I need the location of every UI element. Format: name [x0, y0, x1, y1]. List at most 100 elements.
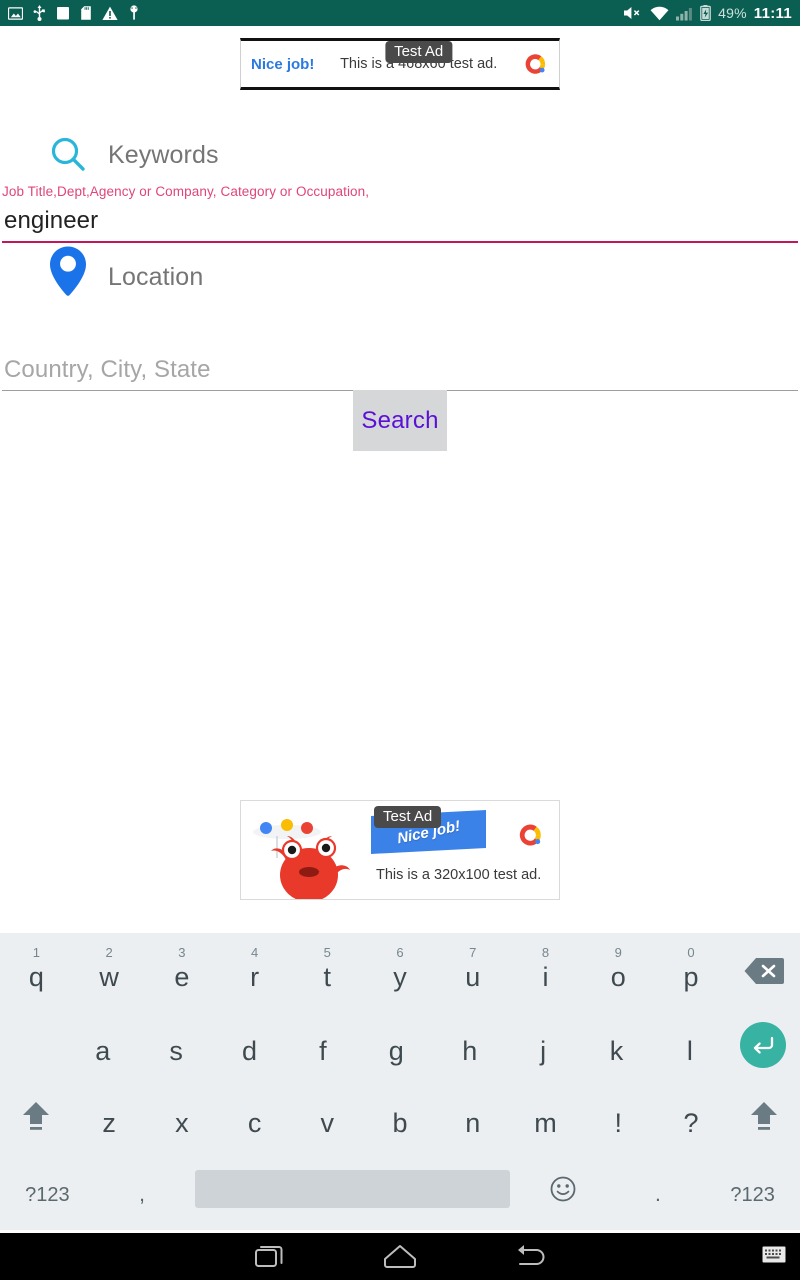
key-c[interactable]: c	[218, 1081, 291, 1153]
keywords-input[interactable]: engineer	[2, 203, 798, 241]
key-u[interactable]: 7u	[436, 933, 509, 1009]
volume-mute-icon	[624, 7, 640, 19]
status-bar-clock: 11:11	[753, 4, 792, 22]
key-r-num: 4	[250, 945, 259, 960]
key-q-num: 1	[32, 945, 40, 960]
key-v[interactable]: v	[291, 1081, 364, 1153]
keyboard-row-2: a s d f g h j k l	[0, 1009, 800, 1081]
location-input-row[interactable]: Country, City, State	[0, 352, 800, 391]
key-g-label: g	[388, 1035, 404, 1066]
key-e[interactable]: 3e	[145, 933, 218, 1009]
key-symbols-left[interactable]: ?123	[0, 1153, 95, 1225]
key-a[interactable]: a	[66, 1009, 139, 1081]
key-e-num: 3	[178, 945, 186, 960]
enter-key-circle	[740, 1022, 787, 1068]
key-l-label: l	[686, 1035, 693, 1066]
key-q[interactable]: 1q	[0, 933, 73, 1009]
navigation-bar	[0, 1233, 800, 1280]
key-symbols-right[interactable]: ?123	[705, 1153, 800, 1225]
top-banner-ad[interactable]: Nice job! This is a 468x60 test ad. Test…	[240, 38, 560, 90]
key-i-num: 8	[541, 945, 550, 960]
key-f[interactable]: f	[286, 1009, 359, 1081]
monster-illustration	[247, 803, 367, 899]
key-a-label: a	[95, 1035, 111, 1066]
key-y-label: y	[393, 961, 407, 992]
status-bar-right: 49% 11:11	[623, 5, 792, 22]
key-s[interactable]: s	[139, 1009, 212, 1081]
key-j[interactable]: j	[506, 1009, 579, 1081]
key-g[interactable]: g	[360, 1009, 433, 1081]
battery-percent: 49%	[718, 5, 747, 21]
location-input[interactable]: Country, City, State	[2, 352, 798, 390]
key-e-label: e	[174, 961, 190, 992]
key-symbols-right-label: ?123	[730, 1183, 775, 1206]
key-comma-label: ,	[139, 1183, 145, 1206]
key-enter[interactable]	[727, 1009, 800, 1081]
key-m[interactable]: m	[509, 1081, 582, 1153]
usb-icon	[33, 5, 45, 21]
key-h[interactable]: h	[433, 1009, 506, 1081]
key-i[interactable]: 8i	[509, 933, 582, 1009]
key-shift-right[interactable]	[727, 1081, 800, 1153]
key-o[interactable]: 9o	[582, 933, 655, 1009]
recents-icon	[255, 1245, 283, 1267]
location-label: Location	[108, 262, 204, 291]
key-p-label: p	[683, 961, 699, 992]
backspace-icon	[744, 958, 784, 984]
key-u-label: u	[465, 961, 481, 992]
key-w[interactable]: 2w	[73, 933, 146, 1009]
key-emoji[interactable]	[516, 1153, 611, 1225]
keyboard-row-1: 1q 2w 3e 4r 5t 6y 7u 8i 9o 0p	[0, 933, 800, 1009]
key-b[interactable]: b	[364, 1081, 437, 1153]
home-icon	[384, 1244, 416, 1268]
key-question-label: ?	[683, 1107, 699, 1138]
top-ad-test-chip: Test Ad	[385, 41, 453, 64]
key-y[interactable]: 6y	[364, 933, 437, 1009]
keyboard-row-4: ?123 , . ?123	[0, 1153, 800, 1225]
key-question[interactable]: ?	[655, 1081, 728, 1153]
admob-logo-icon	[519, 824, 541, 846]
key-x[interactable]: x	[145, 1081, 218, 1153]
row2-left-gap	[0, 1009, 66, 1081]
key-r-label: r	[250, 961, 260, 992]
key-w-num: 2	[105, 945, 113, 960]
key-w-label: w	[99, 961, 119, 992]
key-d[interactable]: d	[213, 1009, 286, 1081]
key-backspace[interactable]	[727, 933, 800, 1009]
key-t[interactable]: 5t	[291, 933, 364, 1009]
key-h-label: h	[462, 1035, 478, 1066]
search-icon	[44, 131, 92, 179]
key-y-num: 6	[396, 945, 404, 960]
nav-home-button[interactable]	[335, 1243, 465, 1271]
key-u-num: 7	[469, 945, 477, 960]
key-k[interactable]: k	[580, 1009, 653, 1081]
signal-icon	[676, 7, 693, 20]
key-o-label: o	[610, 961, 626, 992]
key-p[interactable]: 0p	[655, 933, 728, 1009]
bottom-banner-ad[interactable]: Nice job! Test Ad This is a 320x100 test…	[240, 800, 560, 900]
spacebar-surface	[195, 1170, 510, 1208]
shift-icon	[23, 1102, 50, 1130]
keywords-input-row[interactable]: engineer	[0, 203, 800, 243]
location-field-block: Location Country, City, State	[0, 246, 800, 391]
key-n[interactable]: n	[436, 1081, 509, 1153]
soft-keyboard: 1q 2w 3e 4r 5t 6y 7u 8i 9o 0p a s d f g	[0, 933, 800, 1230]
key-period[interactable]: .	[611, 1153, 706, 1225]
key-comma[interactable]: ,	[95, 1153, 190, 1225]
nav-recents-button[interactable]	[205, 1242, 335, 1272]
key-shift-left[interactable]	[0, 1081, 73, 1153]
key-l[interactable]: l	[653, 1009, 726, 1081]
search-button[interactable]: Search	[353, 390, 447, 451]
key-f-label: f	[319, 1035, 327, 1066]
key-v-label: v	[320, 1107, 335, 1138]
key-z[interactable]: z	[73, 1081, 146, 1153]
nav-keyboard-indicator[interactable]	[762, 1245, 786, 1268]
keywords-field-block: Keywords Job Title,Dept,Agency or Compan…	[0, 124, 800, 243]
key-r[interactable]: 4r	[218, 933, 291, 1009]
key-space[interactable]	[189, 1153, 516, 1225]
key-c-label: c	[247, 1107, 262, 1138]
nav-back-button[interactable]	[465, 1243, 595, 1271]
key-b-label: b	[392, 1107, 408, 1138]
map-pin-icon	[44, 246, 92, 301]
key-exclamation[interactable]: !	[582, 1081, 655, 1153]
